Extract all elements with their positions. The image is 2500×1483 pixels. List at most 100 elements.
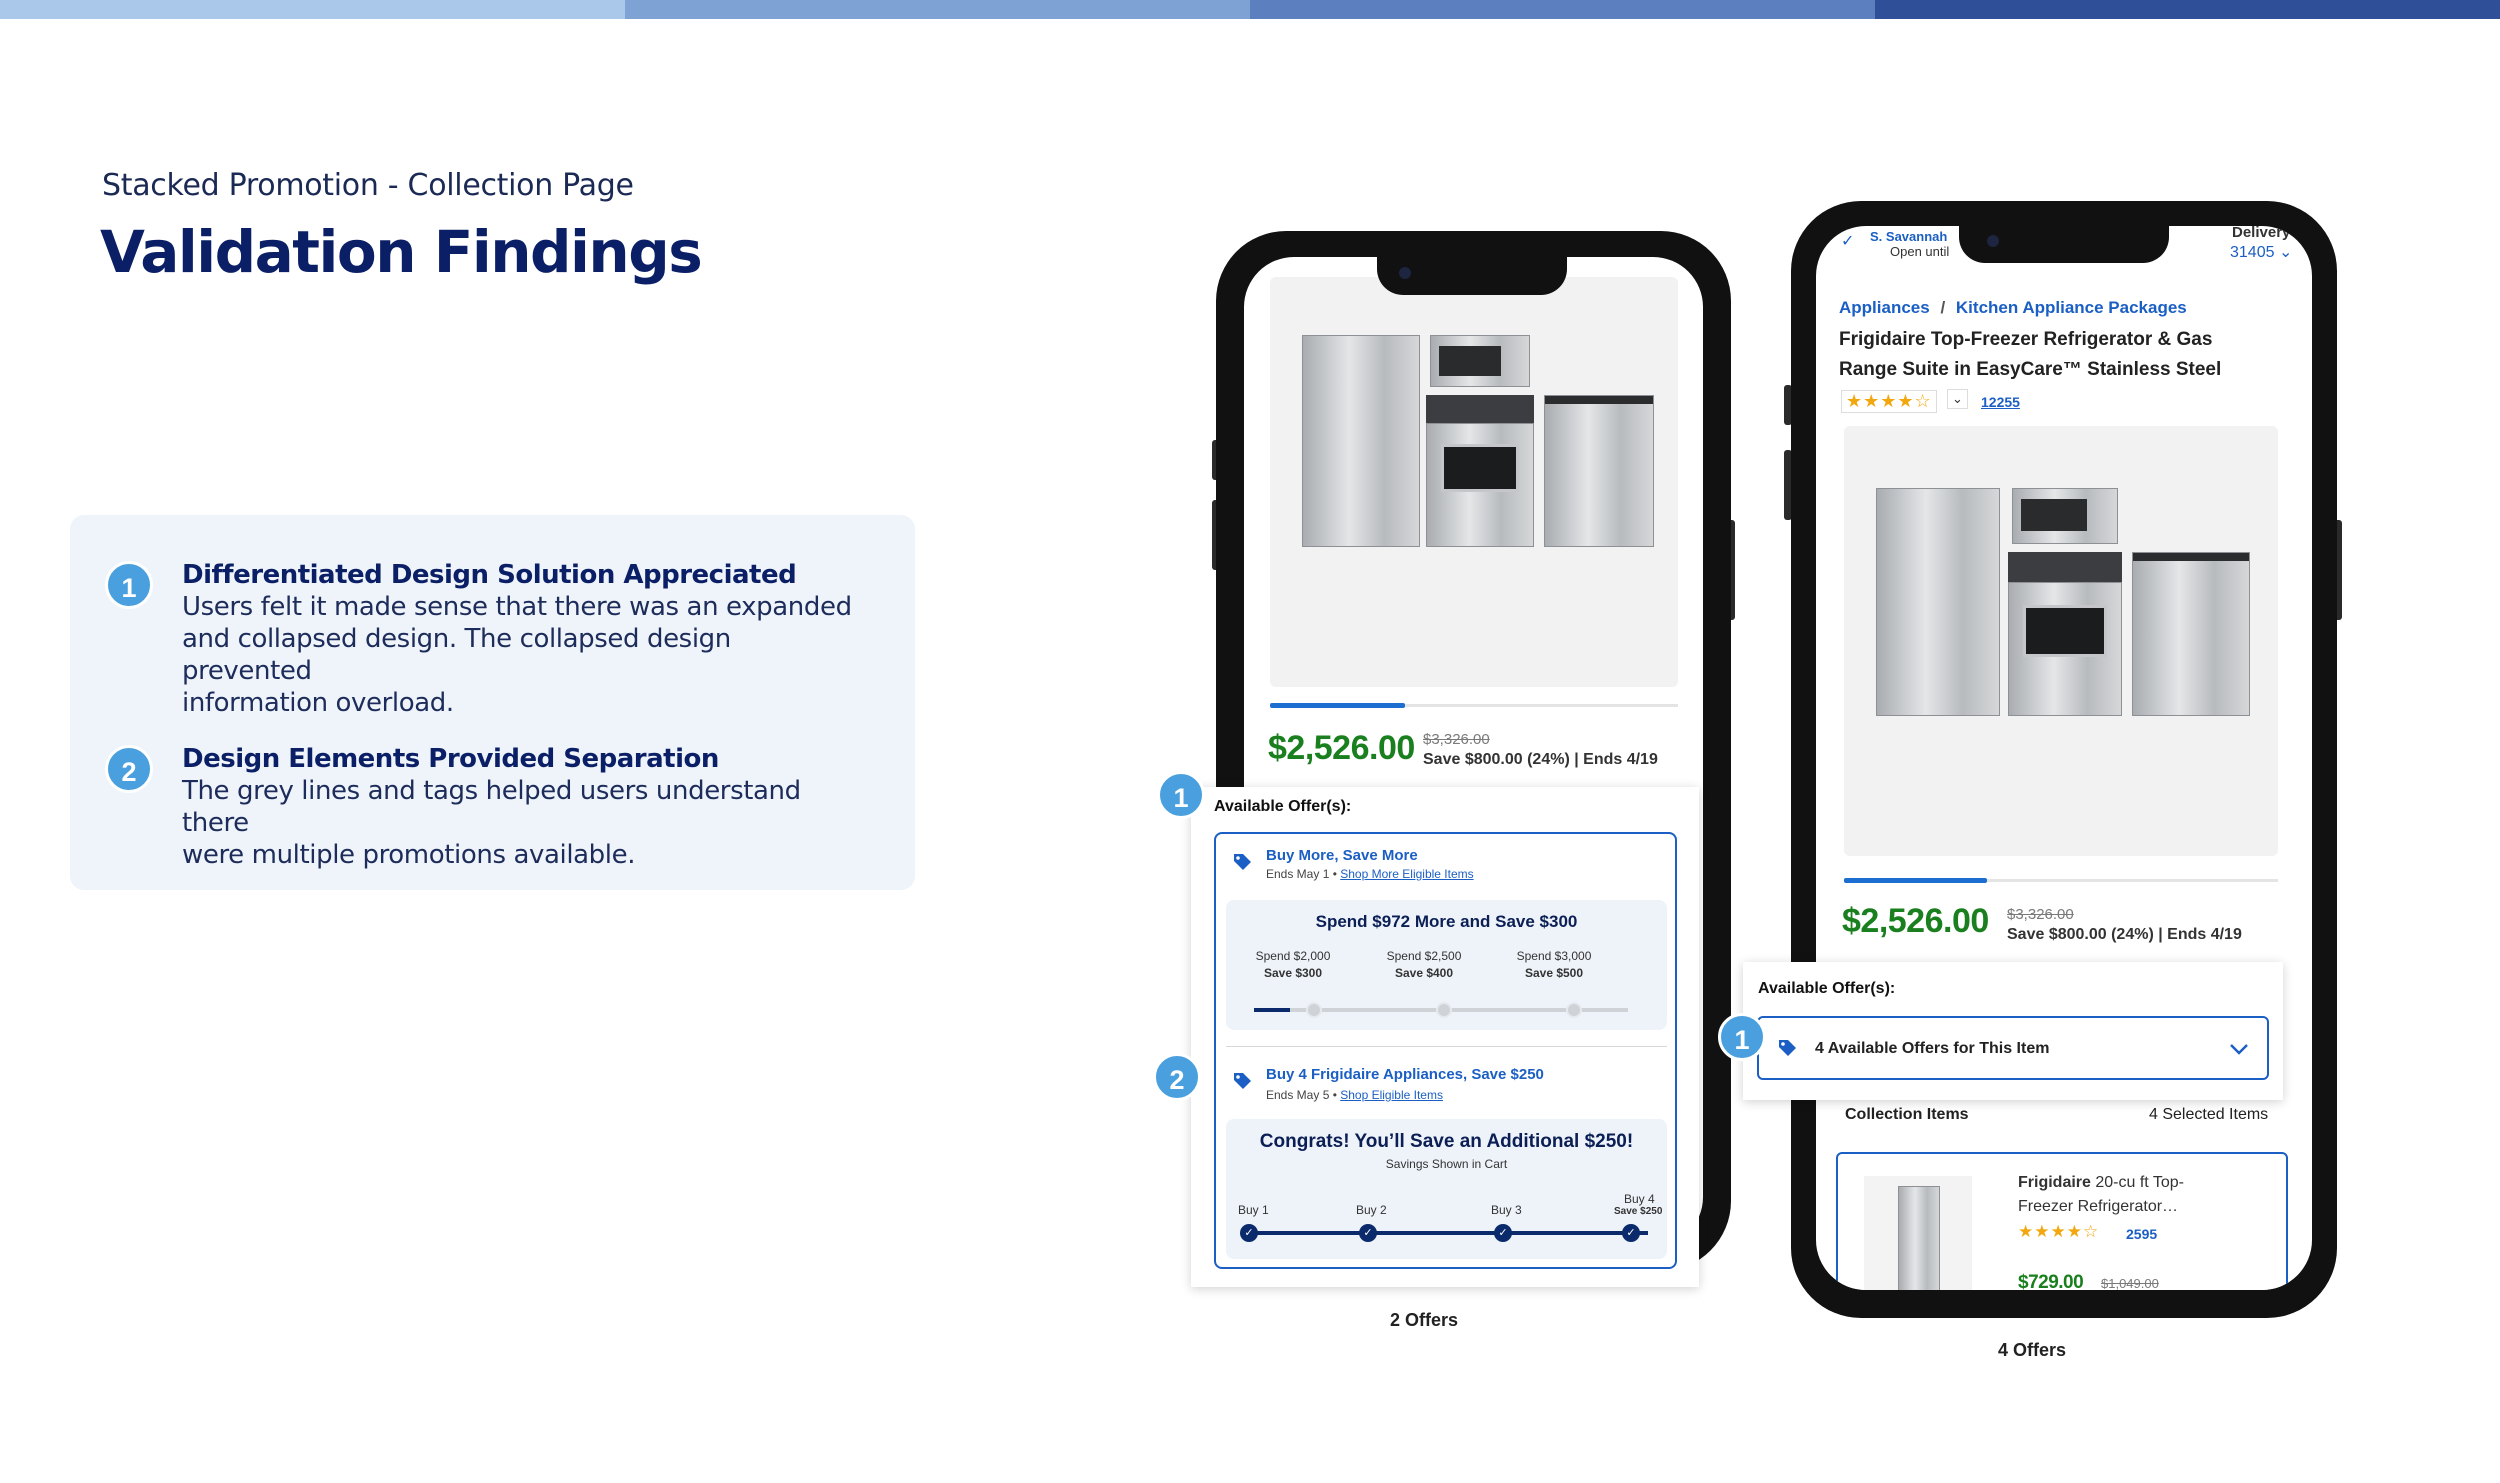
item-price: $729.00 — [2018, 1272, 2084, 1290]
accent-segment-2 — [625, 0, 1250, 19]
phone2-screen: S. Savannah Open until Delivery 31405 ⌄ … — [1816, 226, 2312, 1290]
findings-panel: 1 Differentiated Design Solution Appreci… — [70, 515, 915, 890]
finding-heading: Design Elements Provided Separation — [182, 744, 719, 774]
progress-fill — [1270, 703, 1405, 708]
phone-notch — [1959, 223, 2169, 263]
shop-eligible-link[interactable]: Shop Eligible Items — [1340, 1088, 1443, 1102]
image-carousel-progress — [1844, 878, 2278, 883]
offer-title[interactable]: Buy 4 Frigidaire Appliances, Save $250 — [1266, 1066, 1544, 1083]
phone2-caption: 4 Offers — [1998, 1340, 2067, 1360]
item-image — [1864, 1176, 1972, 1290]
image-carousel-progress — [1270, 703, 1678, 708]
star-rating[interactable]: ★★★★☆ — [1841, 390, 1937, 413]
expanded-offers-box: Buy More, Save More Ends May 1 • Shop Mo… — [1214, 832, 1677, 1269]
range-cooktop — [2008, 552, 2122, 582]
item-review-count[interactable]: 2595 — [2126, 1226, 2157, 1242]
original-price: $3,326.00 — [2007, 906, 2074, 923]
tier-column: Spend $2,500 Save $400 — [1386, 949, 1462, 980]
step-save-label: Save $250 — [1614, 1206, 1663, 1217]
step-label: Buy 4 — [1624, 1192, 1655, 1206]
finding-number-badge: 2 — [105, 745, 153, 793]
chevron-down-icon[interactable]: ⌄ — [1947, 389, 1968, 409]
breadcrumb-separator: / — [1940, 298, 1946, 317]
savings-text: Save $800.00 (24%) | Ends 4/19 — [2007, 926, 2242, 943]
finding-heading: Differentiated Design Solution Appreciat… — [182, 560, 797, 590]
phone-mockup-2: S. Savannah Open until Delivery 31405 ⌄ … — [1791, 201, 2337, 1318]
finding-body-line: information overload. — [182, 688, 454, 718]
collection-items-label: Collection Items — [1845, 1106, 1969, 1123]
step-label: Buy 1 — [1238, 1203, 1269, 1217]
original-price: $3,326.00 — [1423, 731, 1490, 748]
savings-text: Save $800.00 (24%) | Ends 4/19 — [1423, 751, 1658, 768]
zip-code[interactable]: 31405 ⌄ — [2230, 242, 2292, 262]
review-count[interactable]: 12255 — [1981, 394, 2020, 410]
tier-column: Spend $2,000 Save $300 — [1255, 949, 1331, 980]
item-name-line2: Freezer Refrigerator… — [2018, 1198, 2179, 1215]
collapsed-offers-card: Available Offer(s): 4 Available Offers f… — [1743, 962, 2283, 1100]
check-icon: ✓ — [1359, 1224, 1377, 1242]
store-status: Open until — [1890, 244, 1950, 259]
collapsed-offers-label: 4 Available Offers for This Item — [1815, 1040, 2050, 1057]
item-star-rating: ★★★★☆ — [2018, 1222, 2100, 1241]
product-image — [1844, 426, 2278, 856]
offer-ends-line: Ends May 5 • Shop Eligible Items — [1266, 1088, 1443, 1102]
tag-icon — [1234, 1073, 1251, 1089]
progress-fill — [1844, 878, 1988, 883]
finding-body-line: The grey lines and tags helped users und… — [182, 776, 801, 838]
tier-subline: Savings Shown in Cart — [1385, 1157, 1508, 1171]
tier-marker — [1436, 1002, 1452, 1018]
range-cooktop — [1426, 395, 1534, 423]
delivery-label: Delivery — [2232, 226, 2291, 241]
store-name[interactable]: S. Savannah — [1870, 229, 1947, 244]
chevron-down-icon[interactable] — [2229, 1042, 2249, 1056]
tag-icon — [1234, 854, 1251, 870]
finding-1: 1 Differentiated Design Solution Appreci… — [105, 559, 865, 719]
page-title: Validation Findings — [100, 218, 703, 286]
microwave-image — [2012, 488, 2118, 544]
accent-segment-1 — [0, 0, 625, 19]
page-subtitle: Stacked Promotion - Collection Page — [102, 168, 634, 203]
sale-price: $2,526.00 — [1842, 902, 1989, 940]
product-title: Frigidaire Top-Freezer Refrigerator & Ga… — [1839, 329, 2222, 380]
accent-segment-3 — [1250, 0, 1875, 19]
camera-icon — [1987, 235, 1999, 247]
top-accent-bar — [0, 0, 2500, 19]
step-label: Buy 2 — [1356, 1203, 1387, 1217]
offer-title[interactable]: Buy More, Save More — [1266, 847, 1418, 864]
collapsed-offers-dropdown[interactable]: 4 Available Offers for This Item — [1757, 1016, 2269, 1080]
location-check-icon: ✓ — [1841, 233, 1855, 250]
finding-2: 2 Design Elements Provided Separation Th… — [105, 743, 865, 871]
refrigerator-image — [1302, 335, 1420, 547]
breadcrumb-item[interactable]: Kitchen Appliance Packages — [1956, 298, 2187, 317]
step-label: Buy 3 — [1491, 1203, 1522, 1217]
chevron-down-icon: ⌄ — [2274, 244, 2293, 261]
accent-segment-4 — [1875, 0, 2500, 19]
phone1-caption: 2 Offers — [1390, 1310, 1459, 1330]
sale-price: $2,526.00 — [1268, 729, 1415, 767]
quantity-tier-box: Congrats! You’ll Save an Additional $250… — [1226, 1119, 1667, 1259]
breadcrumb-item[interactable]: Appliances — [1839, 298, 1930, 317]
tier-headline: Spend $972 More and Save $300 — [1315, 912, 1578, 931]
range-image — [1426, 423, 1534, 547]
camera-icon — [1399, 267, 1411, 279]
finding-body-line: Users felt it made sense that there was … — [182, 592, 852, 622]
shop-eligible-link[interactable]: Shop More Eligible Items — [1340, 867, 1473, 881]
offer-ends-line: Ends May 1 • Shop More Eligible Items — [1266, 867, 1474, 881]
refrigerator-image — [1876, 488, 2000, 716]
tier-marker — [1566, 1002, 1582, 1018]
check-icon: ✓ — [1622, 1224, 1640, 1242]
callout-badge-1: 1 — [1718, 1013, 1766, 1061]
available-offers-label: Available Offer(s): — [1758, 980, 1896, 997]
tier-marker — [1306, 1002, 1322, 1018]
item-name: Frigidaire 20-cu ft Top- — [2018, 1174, 2184, 1191]
breadcrumb: Appliances / Kitchen Appliance Packages — [1839, 298, 2187, 318]
dishwasher-image — [2132, 552, 2250, 716]
collection-item-card[interactable]: Frigidaire 20-cu ft Top- Freezer Refrige… — [1836, 1152, 2288, 1290]
finding-number-badge: 1 — [105, 561, 153, 609]
spend-tier-box: Spend $972 More and Save $300 Spend $2,0… — [1226, 900, 1667, 1030]
offers-overlay-card: Available Offer(s): Buy More, Save More … — [1191, 787, 1699, 1287]
phone-notch — [1377, 257, 1567, 295]
offer-divider — [1226, 1046, 1667, 1047]
range-image — [2008, 582, 2122, 716]
product-image — [1270, 277, 1678, 687]
